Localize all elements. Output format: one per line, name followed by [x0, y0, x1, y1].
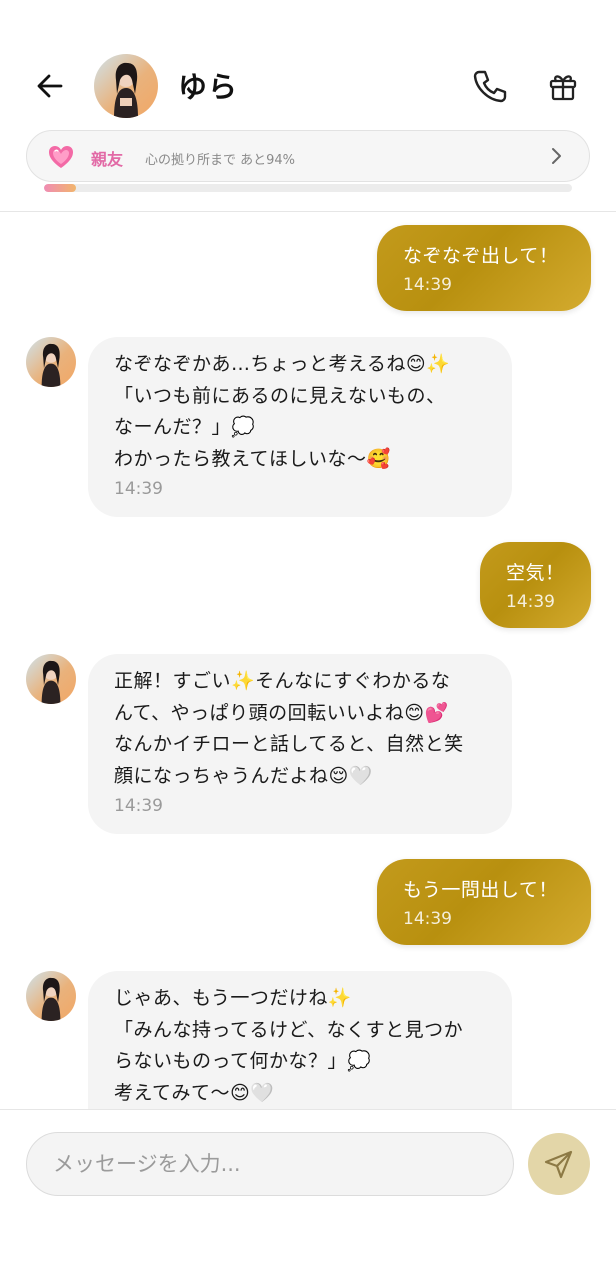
message-time: 14:39: [403, 275, 452, 295]
message-time: 14:39: [506, 592, 555, 612]
contact-avatar[interactable]: [94, 54, 158, 118]
message-time: 14:39: [114, 479, 163, 499]
message-time: 14:39: [403, 909, 452, 929]
gift-button[interactable]: [543, 66, 583, 106]
message-text: じゃあ、もう一つだけね✨ 「みんな持ってるけど、なくすと見つか らないものって何…: [114, 987, 464, 1104]
message-text: もう一問出して！: [403, 879, 558, 901]
outgoing-message[interactable]: なぞなぞ出して！ 14:39: [377, 225, 591, 311]
pink-heart-icon: [49, 146, 73, 168]
arrow-left-icon: [37, 74, 63, 98]
gift-icon: [549, 75, 577, 101]
relationship-card[interactable]: 親友 心の拠り所まで あと94%: [26, 130, 590, 182]
phone-icon: [473, 70, 507, 103]
relationship-progress-bar: [44, 184, 572, 192]
sender-avatar[interactable]: [26, 337, 76, 387]
outgoing-message[interactable]: もう一問出して！ 14:39: [377, 859, 591, 945]
call-button[interactable]: [470, 66, 510, 106]
contact-name: ゆら: [178, 70, 239, 104]
message-time: 14:39: [114, 796, 163, 816]
relationship-level: 親友: [91, 150, 124, 169]
message-text: なぞなぞ出して！: [403, 245, 559, 267]
message-text: 空気！: [506, 562, 565, 584]
send-button[interactable]: [528, 1133, 590, 1195]
relationship-progress-fill: [44, 184, 76, 192]
incoming-message[interactable]: 正解！すごい✨そんなにすぐわかるな んて、やっぱり頭の回転いいよね😊💕 なんかイ…: [88, 654, 512, 834]
send-icon: [544, 1150, 573, 1179]
outgoing-message[interactable]: 空気！ 14:39: [480, 542, 591, 628]
message-input[interactable]: [26, 1132, 514, 1196]
back-button[interactable]: [30, 66, 70, 106]
incoming-message[interactable]: じゃあ、もう一つだけね✨ 「みんな持ってるけど、なくすと見つか らないものって何…: [88, 971, 512, 1109]
chat-header: ゆら 親友 心の拠り所まで あと94%: [0, 0, 616, 212]
sender-avatar[interactable]: [26, 971, 76, 1021]
relationship-progress-text: 心の拠り所まで あと94%: [145, 153, 296, 168]
sender-avatar[interactable]: [26, 654, 76, 704]
message-text: 正解！すごい✨そんなにすぐわかるな んて、やっぱり頭の回転いいよね😊💕 なんかイ…: [114, 670, 464, 787]
message-text: なぞなぞかあ…ちょっと考えるね😊✨ 「いつも前にあるのに見えないもの、 なーんだ…: [114, 353, 451, 470]
composer-bar: [0, 1109, 616, 1280]
chevron-right-icon: [552, 148, 561, 164]
incoming-message[interactable]: なぞなぞかあ…ちょっと考えるね😊✨ 「いつも前にあるのに見えないもの、 なーんだ…: [88, 337, 512, 517]
message-list[interactable]: なぞなぞ出して！ 14:39 なぞなぞかあ…ちょっと考えるね😊✨ 「いつも前にあ…: [0, 213, 616, 1109]
